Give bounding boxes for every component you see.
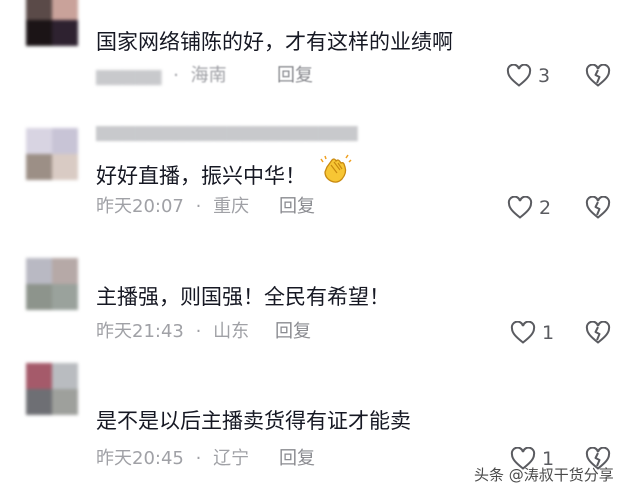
avatar-tile xyxy=(26,389,52,415)
dislike-button[interactable] xyxy=(585,320,611,349)
comment-text: 主播强，则国强！全民有希望！ xyxy=(96,285,390,309)
comment-meta: 昨天20:07 · 重庆 xyxy=(96,195,249,219)
avatar[interactable] xyxy=(26,128,78,180)
like-button[interactable]: 2 xyxy=(507,196,551,220)
comment-time: 昨天20:45 xyxy=(96,448,184,469)
broken-heart-icon xyxy=(585,63,611,87)
comment-meta: 昨天21:43 · 山东 xyxy=(96,320,249,344)
avatar[interactable] xyxy=(26,258,78,310)
comment-location: 辽宁 xyxy=(213,448,250,469)
like-button[interactable]: 1 xyxy=(510,321,554,345)
heart-icon xyxy=(507,196,533,219)
dislike-button[interactable] xyxy=(585,195,611,224)
reply-button[interactable]: 回复 xyxy=(279,447,315,471)
avatar-tile xyxy=(26,258,52,284)
comment-meta: 昨天20:45 · 辽宁 xyxy=(96,447,249,471)
avatar[interactable] xyxy=(26,0,78,46)
comment-location: 重庆 xyxy=(213,196,250,217)
avatar-tile xyxy=(26,128,52,154)
avatar-tile xyxy=(52,363,78,389)
comment-time: ▆▆▆▆▆ xyxy=(96,66,162,86)
like-count: 2 xyxy=(539,197,552,219)
comment-meta: ▆▆▆▆▆ · 海南 xyxy=(96,64,227,88)
heart-icon xyxy=(506,64,532,87)
hidden-username: ▆▆▆▆▆▆▆▆▆▆▆▆▆▆▆▆▆▆▆▆ xyxy=(96,122,358,142)
broken-heart-icon xyxy=(585,195,611,219)
comment-text: 国家网络铺陈的好，才有这样的业绩啊 xyxy=(96,30,453,54)
comment-text: 好好直播，振兴中华！ xyxy=(96,153,352,195)
like-button[interactable]: 3 xyxy=(506,64,550,88)
comment-item: 国家网络铺陈的好，才有这样的业绩啊 ▆▆▆▆▆ · 海南 回复 3 xyxy=(0,0,640,110)
reply-button[interactable]: 回复 xyxy=(279,195,315,219)
comment-item: 主播强，则国强！全民有希望！ 昨天21:43 · 山东 回复 1 xyxy=(0,250,640,360)
avatar-tile xyxy=(52,258,78,284)
meta-separator: · xyxy=(195,196,202,217)
comment-location: 山东 xyxy=(213,321,250,342)
avatar-tile xyxy=(52,154,78,180)
comment-location: 海南 xyxy=(190,65,227,86)
avatar-tile xyxy=(26,154,52,180)
like-count: 3 xyxy=(538,65,551,87)
avatar-tile xyxy=(52,284,78,310)
heart-icon xyxy=(510,321,536,344)
comment-text-body: 好好直播，振兴中华！ xyxy=(96,164,306,188)
meta-separator: · xyxy=(195,321,202,342)
reply-button[interactable]: 回复 xyxy=(275,320,311,344)
dislike-button[interactable] xyxy=(585,63,611,92)
clapping-hands-emoji xyxy=(318,153,352,195)
watermark-text: 头条 @涛叔干货分享 xyxy=(474,466,614,484)
comment-time: 昨天20:07 xyxy=(96,196,184,217)
comment-text: 是不是以后主播卖货得有证才能卖 xyxy=(96,409,411,433)
avatar-tile xyxy=(26,20,52,46)
like-count: 1 xyxy=(542,322,555,344)
meta-separator: · xyxy=(195,448,202,469)
avatar-tile xyxy=(52,389,78,415)
meta-separator: · xyxy=(173,65,179,86)
avatar[interactable] xyxy=(26,363,78,415)
avatar-tile xyxy=(52,20,78,46)
reply-button[interactable]: 回复 xyxy=(277,64,313,88)
comment-item: ▆▆▆▆▆▆▆▆▆▆▆▆▆▆▆▆▆▆▆▆ 好好直播，振兴中华！ 昨天20:07 … xyxy=(0,120,640,240)
avatar-tile xyxy=(26,363,52,389)
watermark: 头条 @涛叔干货分享 xyxy=(474,464,614,485)
broken-heart-icon xyxy=(585,320,611,344)
avatar-tile xyxy=(52,0,78,20)
avatar-tile xyxy=(26,284,52,310)
avatar-tile xyxy=(52,128,78,154)
avatar-tile xyxy=(26,0,52,20)
comment-time: 昨天21:43 xyxy=(96,321,184,342)
